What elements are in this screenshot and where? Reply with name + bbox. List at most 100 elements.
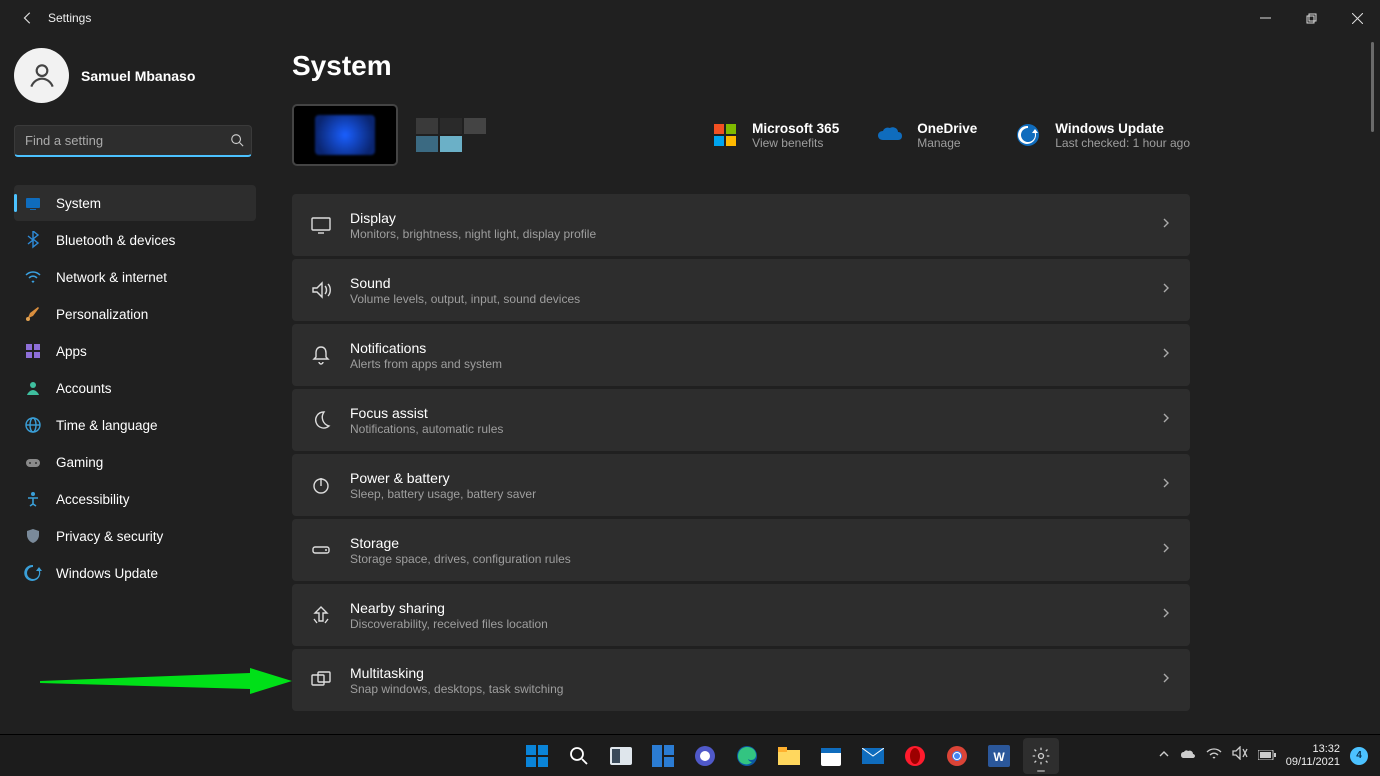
- microsoft-365-card[interactable]: Microsoft 365 View benefits: [710, 120, 839, 150]
- wifi-tray-icon[interactable]: [1206, 747, 1222, 765]
- edge-icon[interactable]: [729, 738, 765, 774]
- sidebar-item-network-internet[interactable]: Network & internet: [14, 259, 256, 295]
- search-icon: [230, 133, 244, 152]
- sidebar-item-accounts[interactable]: Accounts: [14, 370, 256, 406]
- setting-title: Focus assist: [350, 405, 1160, 421]
- minimize-button[interactable]: [1242, 3, 1288, 33]
- nav-label: Windows Update: [56, 566, 158, 581]
- setting-focus-assist[interactable]: Focus assistNotifications, automatic rul…: [292, 389, 1190, 451]
- close-button[interactable]: [1334, 3, 1380, 33]
- chevron-right-icon: [1160, 476, 1172, 494]
- setting-display[interactable]: DisplayMonitors, brightness, night light…: [292, 194, 1190, 256]
- opera-icon[interactable]: [897, 738, 933, 774]
- setting-sub: Storage space, drives, configuration rul…: [350, 552, 1160, 566]
- task-view-icon[interactable]: [603, 738, 639, 774]
- calendar-icon[interactable]: [813, 738, 849, 774]
- setting-sub: Snap windows, desktops, task switching: [350, 682, 1160, 696]
- sidebar: Samuel Mbanaso System Bluetooth & devices…: [0, 36, 270, 736]
- taskbar: W 13:32 09/11/2021 4: [0, 734, 1380, 776]
- nav-label: Accounts: [56, 381, 112, 396]
- hero-sub: Last checked: 1 hour ago: [1055, 136, 1190, 150]
- setting-sub: Volume levels, output, input, sound devi…: [350, 292, 1160, 306]
- setting-sound[interactable]: SoundVolume levels, output, input, sound…: [292, 259, 1190, 321]
- sidebar-item-bluetooth-devices[interactable]: Bluetooth & devices: [14, 222, 256, 258]
- power-icon: [310, 474, 332, 496]
- game-icon: [24, 453, 42, 471]
- setting-multitasking[interactable]: MultitaskingSnap windows, desktops, task…: [292, 649, 1190, 711]
- globe-icon: [24, 416, 42, 434]
- onedrive-card[interactable]: OneDrive Manage: [875, 120, 977, 150]
- drive-icon: [310, 539, 332, 561]
- sidebar-item-personalization[interactable]: Personalization: [14, 296, 256, 332]
- sidebar-item-privacy-security[interactable]: Privacy & security: [14, 518, 256, 554]
- chevron-right-icon: [1160, 671, 1172, 689]
- clock[interactable]: 13:32 09/11/2021: [1286, 743, 1340, 769]
- nav-label: Privacy & security: [56, 529, 163, 544]
- setting-notifications[interactable]: NotificationsAlerts from apps and system: [292, 324, 1190, 386]
- teams-icon[interactable]: [687, 738, 723, 774]
- search-input[interactable]: [14, 125, 252, 157]
- sidebar-item-time-language[interactable]: Time & language: [14, 407, 256, 443]
- nav-label: Network & internet: [56, 270, 167, 285]
- onedrive-icon: [875, 120, 905, 150]
- wifi-icon: [24, 268, 42, 286]
- setting-sub: Alerts from apps and system: [350, 357, 1160, 371]
- nav-label: Apps: [56, 344, 87, 359]
- window-title: Settings: [48, 11, 91, 25]
- setting-storage[interactable]: StorageStorage space, drives, configurat…: [292, 519, 1190, 581]
- bell-icon: [310, 344, 332, 366]
- avatar-icon: [14, 48, 69, 103]
- nav-label: Personalization: [56, 307, 148, 322]
- multi-icon: [310, 669, 332, 691]
- page-title: System: [292, 50, 1190, 82]
- file-explorer-icon[interactable]: [771, 738, 807, 774]
- hero-title: OneDrive: [917, 121, 977, 136]
- bluetooth-icon: [24, 231, 42, 249]
- volume-tray-icon[interactable]: [1232, 746, 1248, 765]
- onedrive-tray-icon[interactable]: [1180, 747, 1196, 765]
- start-button[interactable]: [519, 738, 555, 774]
- battery-tray-icon[interactable]: [1258, 747, 1276, 765]
- tray-chevron-icon[interactable]: [1158, 747, 1170, 765]
- nav-label: System: [56, 196, 101, 211]
- profile-card[interactable]: Samuel Mbanaso: [14, 48, 256, 103]
- widgets-icon[interactable]: [645, 738, 681, 774]
- chevron-right-icon: [1160, 411, 1172, 429]
- maximize-button[interactable]: [1288, 3, 1334, 33]
- device-preview[interactable]: [292, 104, 398, 166]
- setting-sub: Monitors, brightness, night light, displ…: [350, 227, 1160, 241]
- sidebar-item-gaming[interactable]: Gaming: [14, 444, 256, 480]
- sidebar-item-windows-update[interactable]: Windows Update: [14, 555, 256, 591]
- brush-icon: [24, 305, 42, 323]
- shield-icon: [24, 527, 42, 545]
- theme-swatches[interactable]: [416, 118, 486, 152]
- apps-icon: [24, 342, 42, 360]
- hero-title: Windows Update: [1055, 121, 1190, 136]
- windows-update-card[interactable]: Windows Update Last checked: 1 hour ago: [1013, 120, 1190, 150]
- sidebar-item-apps[interactable]: Apps: [14, 333, 256, 369]
- setting-sub: Notifications, automatic rules: [350, 422, 1160, 436]
- search-taskbar-icon[interactable]: [561, 738, 597, 774]
- nav-label: Bluetooth & devices: [56, 233, 175, 248]
- sidebar-item-system[interactable]: System: [14, 185, 256, 221]
- update-icon: [24, 564, 42, 582]
- nav-label: Accessibility: [56, 492, 130, 507]
- mail-icon[interactable]: [855, 738, 891, 774]
- update-icon: [1013, 120, 1043, 150]
- time: 13:32: [1286, 743, 1340, 756]
- share-icon: [310, 604, 332, 626]
- back-button[interactable]: [12, 2, 44, 34]
- setting-nearby-sharing[interactable]: Nearby sharingDiscoverability, received …: [292, 584, 1190, 646]
- sidebar-item-accessibility[interactable]: Accessibility: [14, 481, 256, 517]
- settings-taskbar-icon[interactable]: [1023, 738, 1059, 774]
- notification-badge[interactable]: 4: [1350, 747, 1368, 765]
- nav-label: Time & language: [56, 418, 158, 433]
- display-icon: [310, 214, 332, 236]
- chevron-right-icon: [1160, 606, 1172, 624]
- chrome-icon[interactable]: [939, 738, 975, 774]
- setting-power-battery[interactable]: Power & batterySleep, battery usage, bat…: [292, 454, 1190, 516]
- word-icon[interactable]: W: [981, 738, 1017, 774]
- scrollbar[interactable]: [1371, 42, 1374, 132]
- setting-title: Power & battery: [350, 470, 1160, 486]
- profile-name: Samuel Mbanaso: [81, 68, 195, 84]
